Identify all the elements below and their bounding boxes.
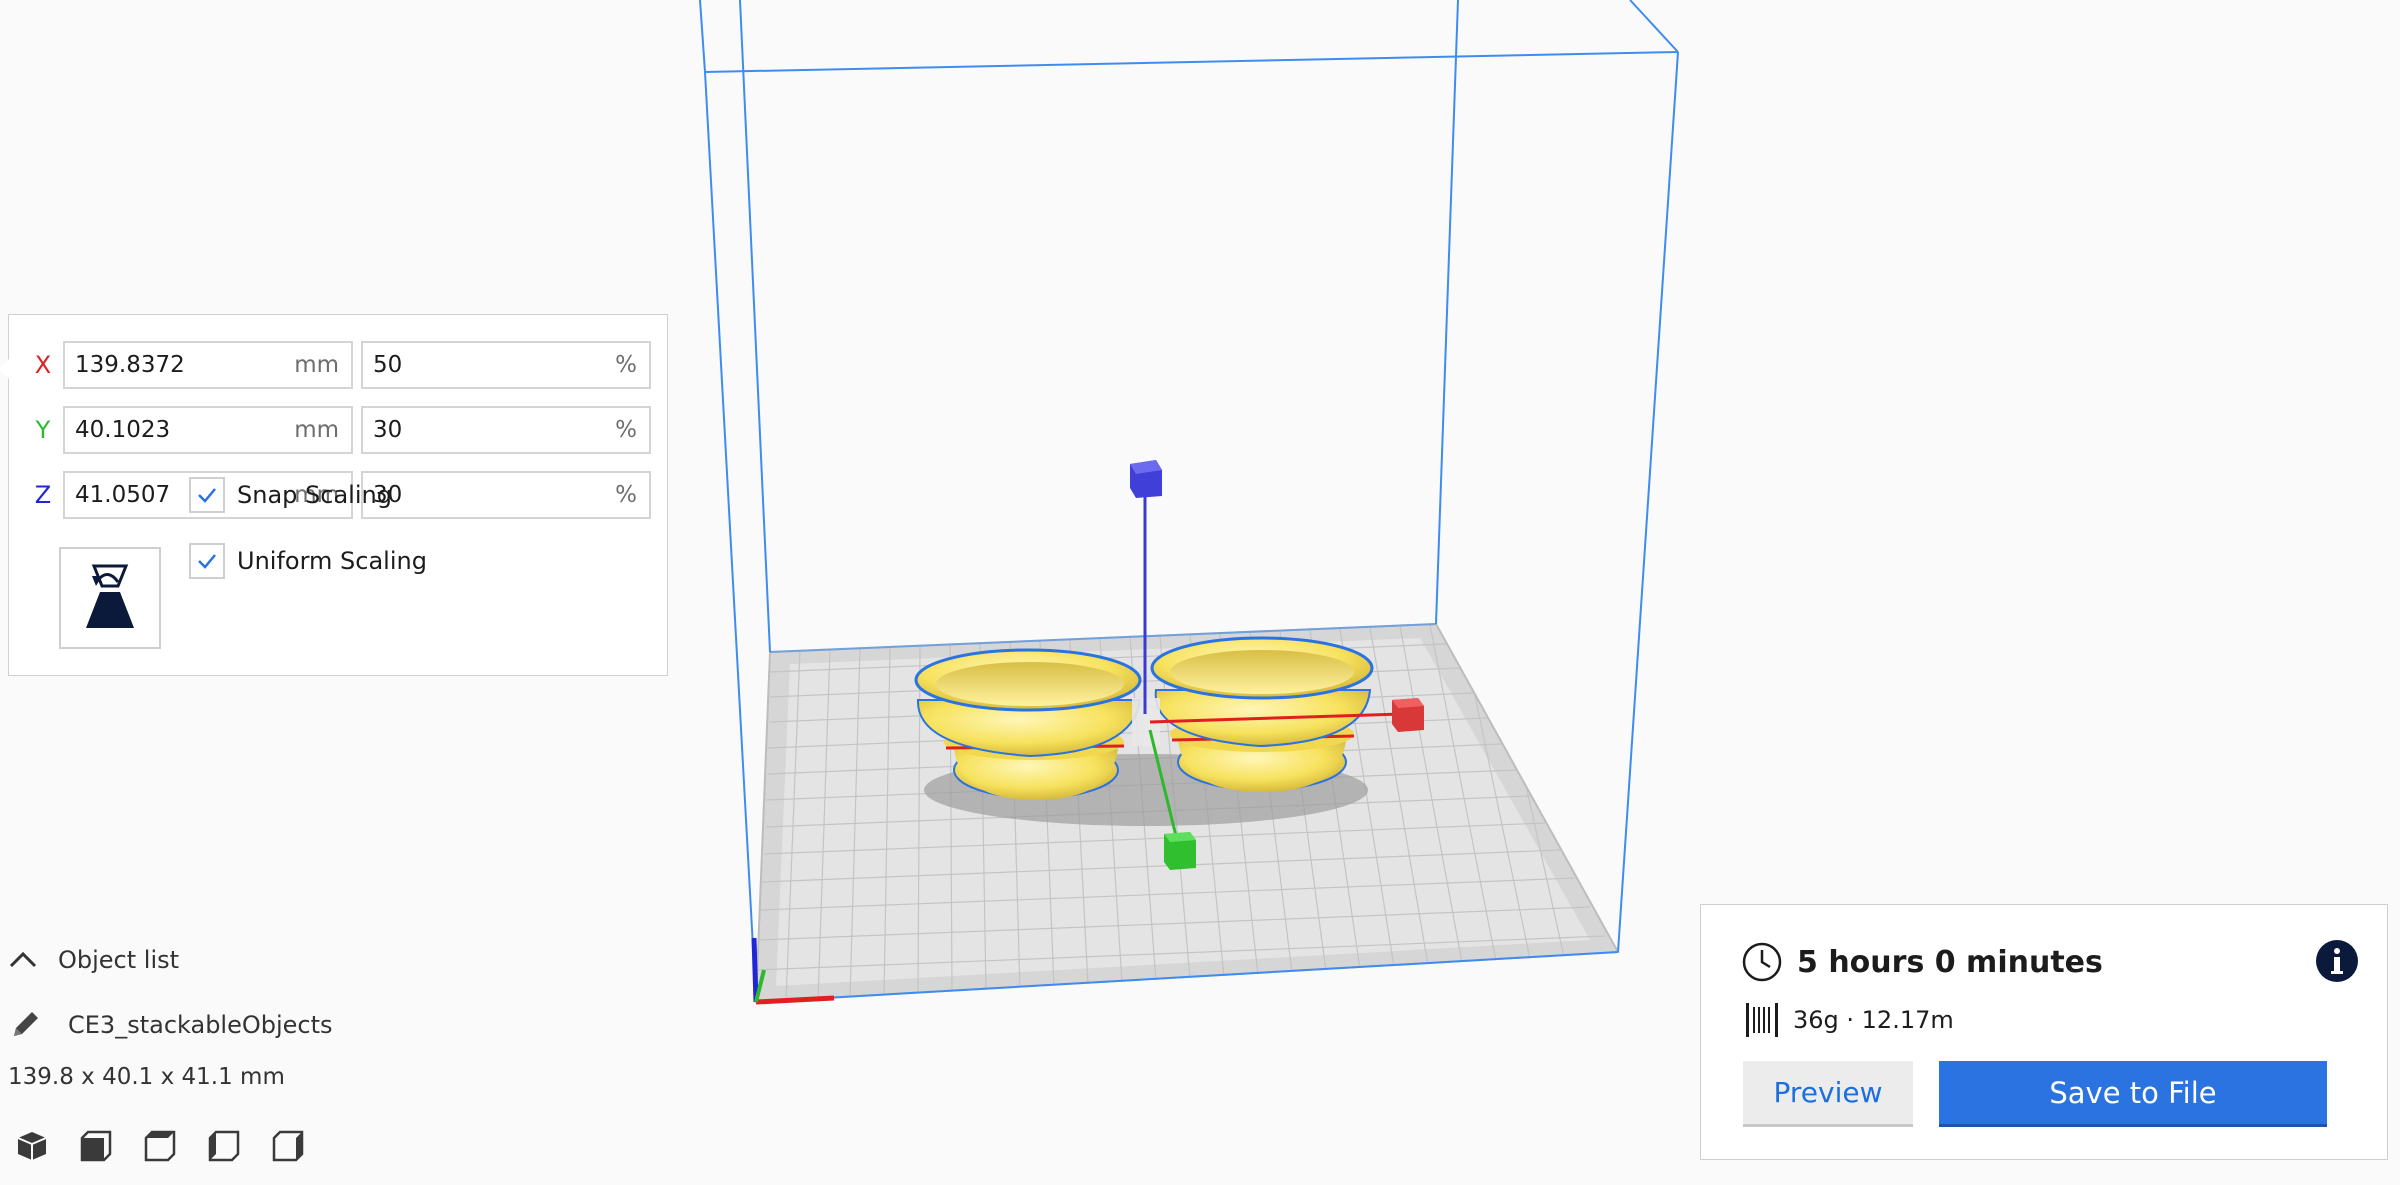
scale-x-mm-input[interactable]: 139.8372 mm [63,341,353,389]
object-name-row[interactable]: CE3_stackableObjects [8,1008,333,1042]
chevron-up-icon [9,951,37,968]
gizmo-z-handle[interactable] [1130,460,1162,498]
unit-mm: mm [294,417,339,443]
print-time-label: 5 hours 0 minutes [1797,944,2103,980]
scale-tool-panel: X 139.8372 mm 50 % Y 40.1023 mm 30 % Z 4… [0,314,668,676]
scale-x-percent-input[interactable]: 50 % [361,341,651,389]
axis-label-z: Z [34,481,52,509]
scale-x-percent-value: 50 [373,352,403,378]
checkmark-icon [198,488,216,503]
scale-z-percent-input[interactable]: 30 % [361,471,651,519]
clock-icon [1742,942,1782,982]
print-time: 5 hours 0 minutes [1741,941,2103,983]
object-dimensions: 139.8 x 40.1 x 41.1 mm [8,1064,285,1090]
print-info-panel: 5 hours 0 minutes 36g · 12.17m Preview S… [1700,904,2388,1160]
unit-mm: mm [294,352,339,378]
object-list-toggle[interactable]: Object list [8,946,179,974]
unit-percent: % [615,482,637,508]
scale-row-y: Y 40.1023 mm 30 % [9,406,667,456]
scale-y-mm-value: 40.1023 [75,417,171,443]
print-material: 36g · 12.17m [1745,1001,1954,1039]
view-left-icon[interactable] [206,1128,242,1164]
panel-pointer [0,359,9,379]
snap-scaling-checkbox[interactable]: Snap Scaling [189,475,392,515]
checkmark-icon [198,554,216,569]
scale-y-mm-input[interactable]: 40.1023 mm [63,406,353,454]
save-to-file-button[interactable]: Save to File [1939,1061,2327,1127]
axis-label-x: X [34,351,52,379]
uniform-scaling-label: Uniform Scaling [237,547,427,575]
unit-percent: % [615,352,637,378]
snap-scaling-label: Snap Scaling [237,481,392,509]
print-material-label: 36g · 12.17m [1793,1006,1954,1034]
snap-scaling-box[interactable] [189,477,225,513]
object-name: CE3_stackableObjects [68,1011,333,1039]
reset-scale-icon [86,564,134,628]
view-3d-icon[interactable] [14,1128,50,1164]
scale-row-x: X 139.8372 mm 50 % [9,341,667,391]
uniform-scaling-box[interactable] [189,543,225,579]
view-front-icon[interactable] [78,1128,114,1164]
scale-y-percent-value: 30 [373,417,403,443]
scale-x-mm-value: 139.8372 [75,352,185,378]
reset-scale-button[interactable] [59,547,161,649]
camera-view-buttons [14,1128,306,1164]
scale-y-percent-input[interactable]: 30 % [361,406,651,454]
axis-label-y: Y [35,416,51,444]
gizmo-x-handle[interactable] [1392,698,1424,732]
uniform-scaling-checkbox[interactable]: Uniform Scaling [189,541,427,581]
info-icon[interactable] [2315,939,2359,983]
preview-button[interactable]: Preview [1743,1061,1913,1127]
gizmo-y-handle[interactable] [1164,832,1196,870]
filament-icon [1746,1003,1778,1037]
scale-z-mm-value: 41.0507 [75,482,171,508]
object-list-label: Object list [58,946,180,974]
view-right-icon[interactable] [270,1128,306,1164]
unit-percent: % [615,417,637,443]
pencil-icon [14,1012,38,1036]
view-top-icon[interactable] [142,1128,178,1164]
